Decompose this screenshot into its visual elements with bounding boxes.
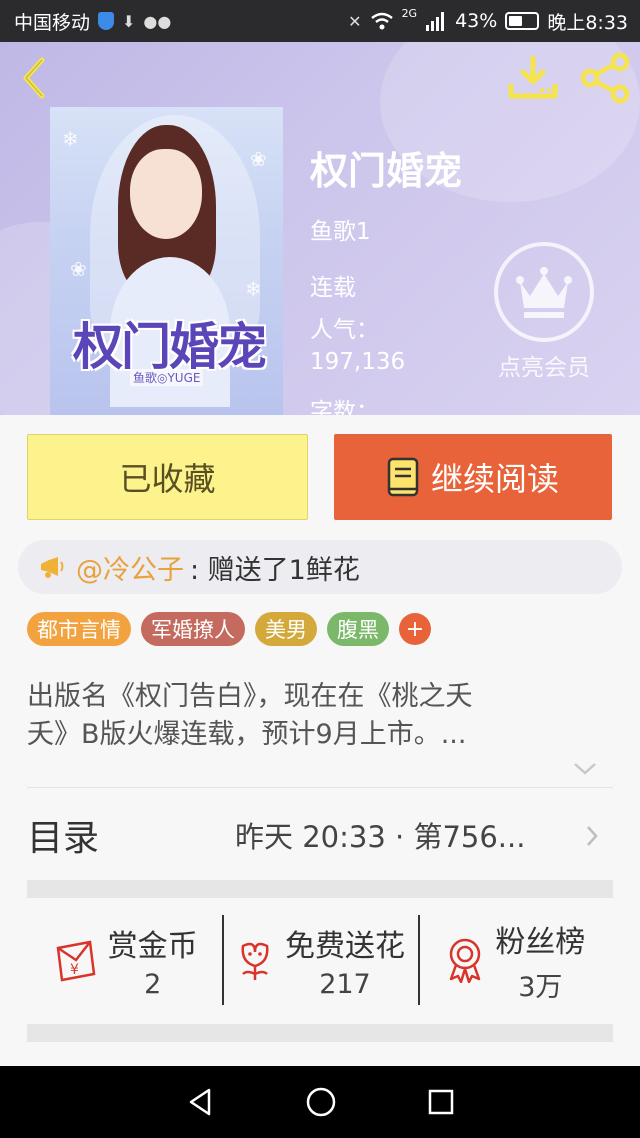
mute-icon: ✕ xyxy=(348,11,362,31)
stat-value: 3万 xyxy=(518,971,563,1003)
snowflake-decoration: ❀ xyxy=(250,147,267,171)
divider xyxy=(27,787,613,788)
catalog-row[interactable]: 目录 昨天 20:33 · 第756... xyxy=(27,790,613,880)
book-author[interactable]: 鱼歌1 xyxy=(310,212,371,246)
popularity-value: 197,136 xyxy=(310,349,406,375)
latest-chapter: 昨天 20:33 · 第756... xyxy=(235,820,526,854)
nav-home-icon[interactable] xyxy=(305,1086,337,1118)
red-envelope-icon: ¥ xyxy=(56,940,96,982)
continue-reading-button[interactable]: 继续阅读 xyxy=(334,434,612,520)
medal-icon xyxy=(450,938,481,983)
fan-ranking-button[interactable]: 粉丝榜 3万 xyxy=(417,915,613,1005)
description-line: 夭》B版火爆连载，预计9月上市。... xyxy=(27,719,467,750)
system-nav-bar xyxy=(0,1066,640,1138)
chevron-right-icon xyxy=(587,826,598,846)
back-icon[interactable] xyxy=(14,54,54,102)
flower-icon xyxy=(241,942,269,980)
book-word-count-label: 字数： xyxy=(310,399,379,415)
tag-list: 都市言情 军婚撩人 美男 腹黑 + xyxy=(27,612,431,646)
wechat-icon: ●● xyxy=(143,11,172,31)
tag[interactable]: 军婚撩人 xyxy=(141,612,245,646)
description-line: 出版名《权门告白》，现在在《桃之夭 xyxy=(27,681,473,712)
book-status: 连载 xyxy=(310,275,356,301)
section-separator xyxy=(27,1024,613,1042)
shield-icon xyxy=(98,12,115,30)
gift-ticker[interactable]: @冷公子 : 赠送了1鲜花 xyxy=(18,540,622,594)
favorited-button[interactable]: 已收藏 xyxy=(27,434,308,520)
section-separator xyxy=(27,880,613,898)
cover-face xyxy=(130,149,202,239)
nav-recents-icon[interactable] xyxy=(427,1088,455,1116)
gift-sender[interactable]: @冷公子 xyxy=(76,548,184,587)
stat-value: 2 xyxy=(144,968,162,1000)
reward-coins-button[interactable]: ¥ 赏金币 2 xyxy=(27,915,222,1005)
free-flower-button[interactable]: 免费送花 217 xyxy=(222,915,417,1005)
clock: 晚上8:33 xyxy=(547,11,628,34)
crown-icon xyxy=(494,242,594,342)
gift-message: : 赠送了1鲜花 xyxy=(190,554,360,586)
battery-icon xyxy=(505,12,540,30)
status-bar: 中国移动 ⬇ ●● ✕ 2G 43% 晚上8:33 xyxy=(0,0,640,42)
vip-label: 点亮会员 xyxy=(498,355,590,381)
download-notification-icon: ⬇ xyxy=(122,11,136,31)
stat-name: 粉丝榜 xyxy=(495,924,586,960)
tag[interactable]: 都市言情 xyxy=(27,612,131,646)
megaphone-icon xyxy=(41,557,64,578)
download-icon[interactable] xyxy=(508,54,558,102)
favorited-label: 已收藏 xyxy=(119,460,216,498)
book-title: 权门婚宠 xyxy=(310,149,463,193)
signal-icon xyxy=(426,12,445,31)
stat-name: 赏金币 xyxy=(107,928,198,964)
tag[interactable]: 美男 xyxy=(255,612,317,646)
chevron-down-icon[interactable] xyxy=(572,760,598,778)
book-popularity: 人气： 197,136 xyxy=(310,314,405,378)
book-description[interactable]: 出版名《权门告白》，现在在《桃之夭 夭》B版火爆连载，预计9月上市。... xyxy=(27,678,613,754)
svg-text:¥: ¥ xyxy=(70,962,79,978)
share-icon[interactable] xyxy=(578,52,632,104)
network-type-label: 2G xyxy=(401,6,418,20)
battery-percent: 43% xyxy=(455,10,498,32)
stat-name: 免费送花 xyxy=(284,928,405,964)
add-tag-button[interactable]: + xyxy=(399,613,431,645)
stats-row: ¥ 赏金币 2 免费送花 217 粉丝榜 3万 xyxy=(27,915,613,1005)
tag[interactable]: 腹黑 xyxy=(327,612,389,646)
snowflake-decoration: ❀ xyxy=(70,257,87,281)
book-cover[interactable]: ❄ ❀ ❀ ❄ 权门婚宠 鱼歌◎YUGE xyxy=(50,107,283,415)
vip-button[interactable]: 点亮会员 xyxy=(488,242,600,382)
snowflake-decoration: ❄ xyxy=(62,127,79,151)
book-header: ❄ ❀ ❀ ❄ 权门婚宠 鱼歌◎YUGE 权门婚宠 鱼歌1 连载 人气： 197… xyxy=(0,42,640,415)
carrier-label: 中国移动 xyxy=(14,11,91,34)
stat-value: 217 xyxy=(319,968,371,1000)
continue-reading-label: 继续阅读 xyxy=(430,460,559,498)
wifi-icon xyxy=(370,12,393,30)
nav-back-icon[interactable] xyxy=(185,1086,215,1118)
book-icon xyxy=(387,457,419,497)
catalog-label: 目录 xyxy=(27,818,100,859)
cover-author-art: 鱼歌◎YUGE xyxy=(130,369,204,386)
popularity-label: 人气： xyxy=(310,317,379,343)
